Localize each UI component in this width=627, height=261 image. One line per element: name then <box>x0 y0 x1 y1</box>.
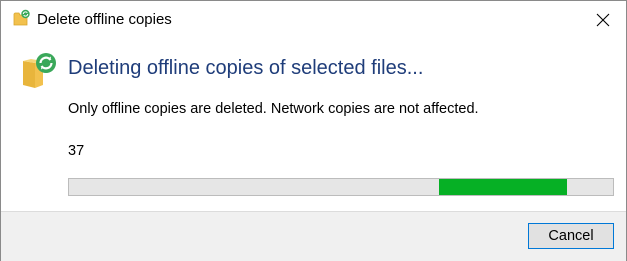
window-title: Delete offline copies <box>37 11 172 28</box>
close-button[interactable] <box>580 1 626 39</box>
dialog-heading: Deleting offline copies of selected file… <box>68 57 424 79</box>
close-icon <box>596 13 610 27</box>
title-bar[interactable]: Delete offline copies <box>1 1 626 39</box>
offline-folder-sync-icon <box>23 53 56 88</box>
dialog-description: Only offline copies are deleted. Network… <box>68 101 479 117</box>
dialog-window: Delete offline copies Deleting offline c… <box>0 0 627 261</box>
offline-folder-sync-icon <box>13 9 30 26</box>
cancel-button[interactable]: Cancel <box>528 223 614 249</box>
dialog-footer: Cancel <box>1 211 626 261</box>
progress-bar <box>68 178 614 196</box>
file-count: 37 <box>68 143 85 159</box>
progress-fill <box>438 179 567 195</box>
